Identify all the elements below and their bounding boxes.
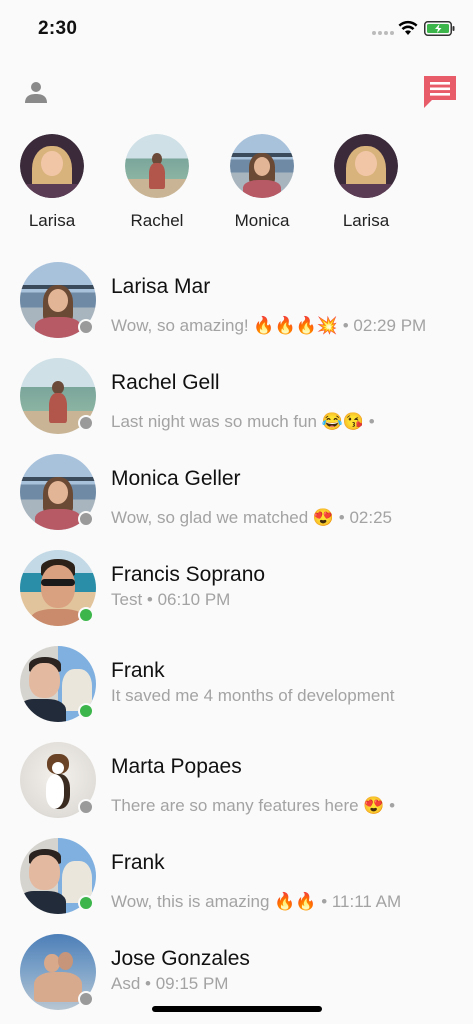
story-item[interactable]: Rachel bbox=[107, 134, 207, 231]
conversation-item[interactable]: Jose Gonzales Asd • 09:15 PM bbox=[0, 934, 473, 1014]
conversation-item[interactable]: Marta Popaes There are so many features … bbox=[0, 742, 473, 822]
story-item[interactable]: Monica bbox=[212, 134, 312, 231]
conversation-name: Frank bbox=[111, 659, 165, 682]
home-indicator[interactable] bbox=[152, 1006, 322, 1012]
avatar bbox=[20, 742, 96, 818]
stories-row: Larisa Rachel Monica Larisa bbox=[0, 134, 473, 234]
story-name: Larisa bbox=[342, 211, 390, 230]
conversation-item[interactable]: Frank It saved me 4 months of developmen… bbox=[0, 646, 473, 726]
last-message: It saved me 4 months of development bbox=[111, 686, 395, 705]
avatar bbox=[20, 646, 96, 722]
story-avatar bbox=[125, 134, 189, 198]
status-time: 2:30 bbox=[38, 18, 78, 39]
top-navigation-bar bbox=[0, 60, 473, 120]
presence-indicator bbox=[78, 319, 94, 335]
story-name: Monica bbox=[234, 211, 290, 230]
story-name: Rachel bbox=[130, 211, 184, 230]
last-message: Asd • 09:15 PM bbox=[111, 974, 229, 993]
messages-screen: 2:30 Larisa Rachel Monica Larisa Larisa … bbox=[0, 0, 473, 1024]
avatar bbox=[20, 262, 96, 338]
avatar bbox=[20, 358, 96, 434]
cellular-signal-icon bbox=[372, 31, 394, 35]
last-message: Wow, this is amazing 🔥🔥 • 11:11 AM bbox=[111, 892, 402, 911]
last-message: Wow, so glad we matched 😍 • 02:25 bbox=[111, 508, 393, 527]
presence-indicator bbox=[78, 895, 94, 911]
conversation-name: Jose Gonzales bbox=[111, 947, 250, 970]
conversation-item[interactable]: Francis Soprano Test • 06:10 PM bbox=[0, 550, 473, 630]
avatar bbox=[20, 838, 96, 914]
story-item[interactable]: Larisa bbox=[2, 134, 102, 231]
conversation-name: Larisa Mar bbox=[111, 275, 211, 298]
last-message: Wow, so amazing! 🔥🔥🔥💥 • 02:29 PM bbox=[111, 316, 427, 335]
battery-charging-icon bbox=[424, 21, 455, 36]
last-message: Test • 06:10 PM bbox=[111, 590, 231, 609]
person-icon[interactable] bbox=[24, 80, 48, 104]
conversation-name: Frank bbox=[111, 851, 165, 874]
conversation-name: Rachel Gell bbox=[111, 371, 220, 394]
presence-indicator bbox=[78, 703, 94, 719]
presence-indicator bbox=[78, 511, 94, 527]
last-message: Last night was so much fun 😂😘 • bbox=[111, 412, 375, 431]
story-item[interactable]: Larisa bbox=[316, 134, 416, 231]
avatar bbox=[20, 454, 96, 530]
compose-message-icon[interactable] bbox=[420, 72, 460, 112]
conversation-item[interactable]: Monica Geller Wow, so glad we matched 😍 … bbox=[0, 454, 473, 534]
presence-indicator bbox=[78, 607, 94, 623]
conversation-name: Monica Geller bbox=[111, 467, 241, 490]
wifi-icon bbox=[398, 20, 418, 35]
presence-indicator bbox=[78, 799, 94, 815]
avatar bbox=[20, 550, 96, 626]
conversation-name: Francis Soprano bbox=[111, 563, 266, 586]
story-avatar bbox=[230, 134, 294, 198]
conversation-item[interactable]: Frank Wow, this is amazing 🔥🔥 • 11:11 AM bbox=[0, 838, 473, 918]
presence-indicator bbox=[78, 991, 94, 1007]
story-name: Larisa bbox=[28, 211, 76, 230]
presence-indicator bbox=[78, 415, 94, 431]
story-avatar bbox=[334, 134, 398, 198]
avatar bbox=[20, 934, 96, 1010]
status-bar: 2:30 bbox=[0, 0, 473, 56]
story-avatar bbox=[20, 134, 84, 198]
conversation-name: Marta Popaes bbox=[111, 755, 242, 778]
last-message: There are so many features here 😍 • bbox=[111, 796, 396, 815]
conversation-item[interactable]: Rachel Gell Last night was so much fun 😂… bbox=[0, 358, 473, 438]
conversation-item[interactable]: Larisa Mar Wow, so amazing! 🔥🔥🔥💥 • 02:29… bbox=[0, 262, 473, 342]
